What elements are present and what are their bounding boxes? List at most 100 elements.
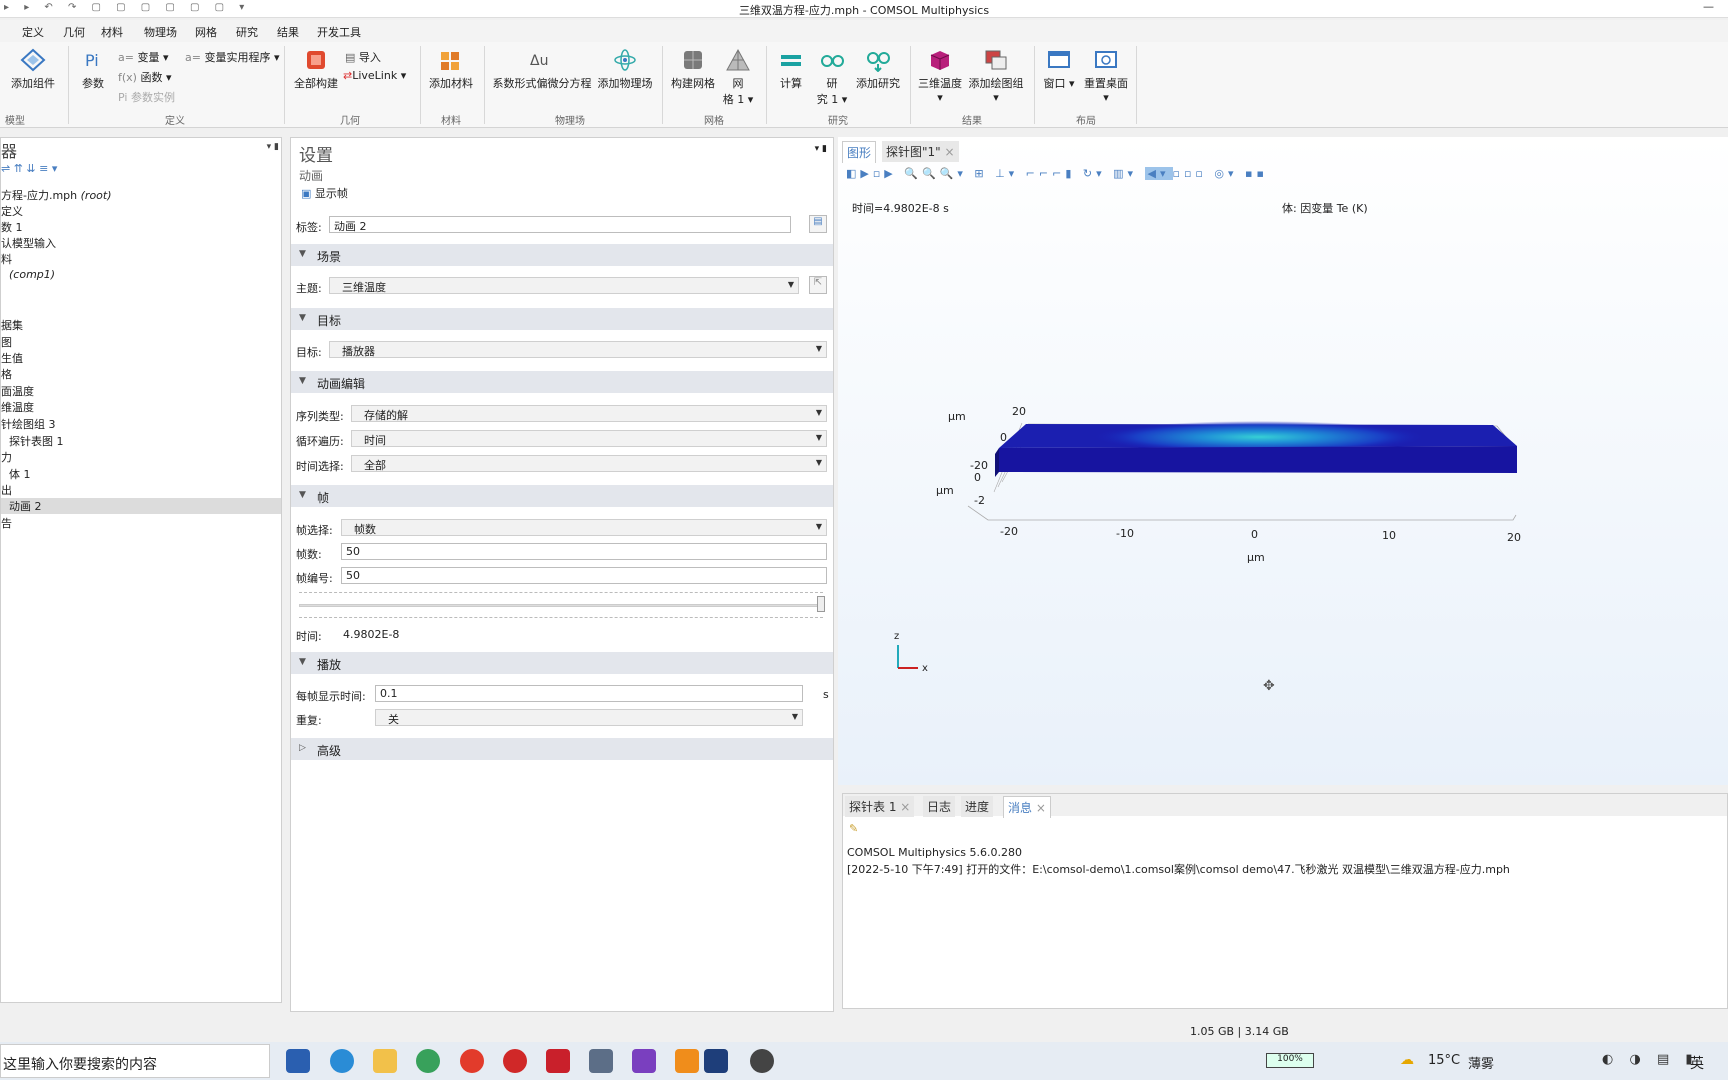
number-of-frames-input[interactable]: 50 [341, 543, 827, 560]
tree-item-3d-temp[interactable]: 维温度 [1, 399, 34, 415]
tree-toolbar[interactable]: ⇌ ⇈ ⇊ ≡ ▾ [1, 162, 57, 175]
section-playing[interactable]: ▼ 播放 [291, 652, 833, 674]
loop-over-select[interactable]: 时间 ▼ [351, 430, 827, 447]
build-mesh-button[interactable]: 构建网格 [668, 48, 718, 91]
compute-button[interactable]: 计算 [776, 48, 806, 91]
tree-root[interactable]: 方程-应力.mph (root) [1, 187, 112, 203]
tray-icons[interactable]: ◐ ◑ ▤ ▮ [1602, 1052, 1699, 1067]
menu-geometry[interactable]: 几何 [63, 24, 85, 40]
frame-number-input[interactable]: 50 [341, 567, 827, 584]
go-to-source-button[interactable]: ⇱ [809, 276, 827, 294]
tree-item-volume[interactable]: 体 1 [9, 466, 31, 482]
section-frames[interactable]: ▼ 帧 [291, 485, 833, 507]
frame-selection-select[interactable]: 帧数 ▼ [341, 519, 827, 536]
tree-item-export[interactable]: 出 [1, 482, 12, 498]
var-utils-button[interactable]: a= 变量实用程序 ▾ [185, 49, 280, 65]
tree-item-derived-values[interactable]: 生值 [1, 350, 23, 366]
reset-desktop-button[interactable]: 重置桌面 ▾ [1080, 48, 1132, 104]
tree-item-materials[interactable]: 料 [1, 251, 12, 267]
tree-item-datasets[interactable]: 据集 [1, 317, 23, 333]
taskbar-search-input[interactable]: 这里输入你要搜索的内容 [0, 1044, 270, 1078]
close-icon[interactable]: × [900, 800, 910, 814]
target-select[interactable]: 播放器 ▼ [329, 341, 827, 358]
menu-study[interactable]: 研究 [236, 24, 258, 40]
windows-button[interactable]: 窗口 ▾ [1042, 48, 1076, 91]
param-case-button[interactable]: Pi 参数实例 [118, 89, 175, 105]
weather-temp[interactable]: 15°C [1428, 1053, 1460, 1068]
node-label-button[interactable]: ▤ [809, 215, 827, 233]
menu-physics[interactable]: 物理场 [144, 24, 177, 40]
graphics-window[interactable]: 图形 探针图"1" × ◧▶▫▶ 🔍🔍🔍▾ ⊞ ⊥▾ ⌐⌐⌐▮ ↻▾ ▥▾ ◀▾… [838, 137, 1728, 785]
app-book-icon[interactable] [589, 1049, 613, 1073]
menu-results[interactable]: 结果 [277, 24, 299, 40]
explorer-icon[interactable] [373, 1049, 397, 1073]
comsol-icon[interactable] [704, 1049, 728, 1073]
app-orange-icon[interactable] [675, 1049, 699, 1073]
tree-item-animation[interactable]: 动画 2 [1, 498, 281, 514]
import-button[interactable]: ▤ 导入 [345, 49, 381, 65]
frame-slider-track[interactable] [299, 604, 823, 607]
tree-item-default-input[interactable]: 认模型输入 [1, 235, 56, 251]
panel-menu-icon[interactable]: ▾ ▮ [815, 144, 827, 154]
tab-messages[interactable]: 消息 × [1003, 796, 1051, 818]
label-input[interactable]: 动画 2 [329, 216, 791, 233]
tree-item-stress[interactable]: 力 [1, 449, 12, 465]
battery-indicator[interactable]: 100% [1266, 1053, 1314, 1068]
subject-select[interactable]: 三维温度 ▼ [329, 277, 799, 294]
menu-developer[interactable]: 开发工具 [317, 24, 361, 40]
recorder-icon[interactable] [750, 1049, 774, 1073]
sequence-type-select[interactable]: 存储的解 ▼ [351, 405, 827, 422]
show-frame-button[interactable]: ▣ 显示帧 [301, 185, 348, 201]
tree-item-tables[interactable]: 格 [1, 366, 12, 382]
frame-slider-handle[interactable] [817, 596, 825, 612]
tab-log[interactable]: 日志 [923, 796, 956, 817]
parameters-button[interactable]: Pi 参数 [78, 48, 108, 91]
build-all-button[interactable]: 全部构建 [292, 48, 340, 91]
tree-item-probe-plot-group[interactable]: 针绘图组 3 [1, 416, 56, 432]
variables-button[interactable]: a= 变量 ▾ [118, 49, 169, 65]
temp3d-button[interactable]: 三维温度 ▾ [916, 48, 964, 104]
section-scene[interactable]: ▼ 场景 [291, 244, 833, 266]
tree-item-views[interactable]: 图 [1, 334, 12, 350]
tab-probe-table[interactable]: 探针表 1 × [845, 796, 915, 817]
pde-button[interactable]: Δu 系数形式偏微分方程 [490, 48, 594, 91]
window-minimize-button[interactable]: — [1703, 0, 1714, 13]
visual-studio-icon[interactable] [632, 1049, 656, 1073]
menu-definitions[interactable]: 定义 [22, 24, 44, 40]
tree-item-surface-temp[interactable]: 面温度 [1, 383, 34, 399]
app-red-icon[interactable] [503, 1049, 527, 1073]
tree-item-param[interactable]: 数 1 [1, 219, 23, 235]
tree-item-reports[interactable]: 告 [1, 515, 12, 531]
edge-icon[interactable] [330, 1049, 354, 1073]
study1-button[interactable]: 研 究 1 ▾ [814, 48, 850, 107]
menu-mesh[interactable]: 网格 [195, 24, 217, 40]
section-target[interactable]: ▼ 目标 [291, 308, 833, 330]
functions-button[interactable]: f(x) 函数 ▾ [118, 69, 172, 85]
add-component-button[interactable]: 添加组件 [8, 48, 58, 91]
tree-item-definitions[interactable]: 定义 [1, 203, 23, 219]
add-study-button[interactable]: 添加研究 [854, 48, 902, 91]
time-selection-select[interactable]: 全部 ▼ [351, 455, 827, 472]
livelink-button[interactable]: ⇄LiveLink ▾ [343, 69, 406, 82]
repeat-select[interactable]: 关 ▼ [375, 709, 803, 726]
task-view-icon[interactable] [286, 1049, 310, 1073]
tree-item-component[interactable]: (comp1) [9, 268, 55, 281]
section-animation-editing[interactable]: ▼ 动画编辑 [291, 371, 833, 393]
clear-icon[interactable]: ✎ [849, 822, 858, 835]
add-plot-group-button[interactable]: 添加绘图组 ▾ [966, 48, 1026, 104]
mesh1-button[interactable]: 网 格 1 ▾ [720, 48, 756, 107]
tab-progress[interactable]: 进度 [961, 796, 994, 817]
youdao-icon[interactable] [546, 1049, 570, 1073]
add-material-button[interactable]: 添加材料 [426, 48, 476, 91]
ime-indicator[interactable]: 英 [1690, 1053, 1704, 1073]
add-physics-button[interactable]: 添加物理场 [596, 48, 654, 91]
panel-menu-icon[interactable]: ▾ ▮ [267, 142, 279, 152]
chrome-icon[interactable] [460, 1049, 484, 1073]
time-per-frame-input[interactable]: 0.1 [375, 685, 803, 702]
menu-materials[interactable]: 材料 [101, 24, 123, 40]
close-icon[interactable]: × [1036, 801, 1046, 815]
weather-desc[interactable]: 薄雾 [1468, 1053, 1494, 1072]
tree-item-probe-table-graph[interactable]: 探针表图 1 [9, 433, 64, 449]
ie-icon[interactable] [416, 1049, 440, 1073]
section-advanced[interactable]: ▷ 高级 [291, 738, 833, 760]
